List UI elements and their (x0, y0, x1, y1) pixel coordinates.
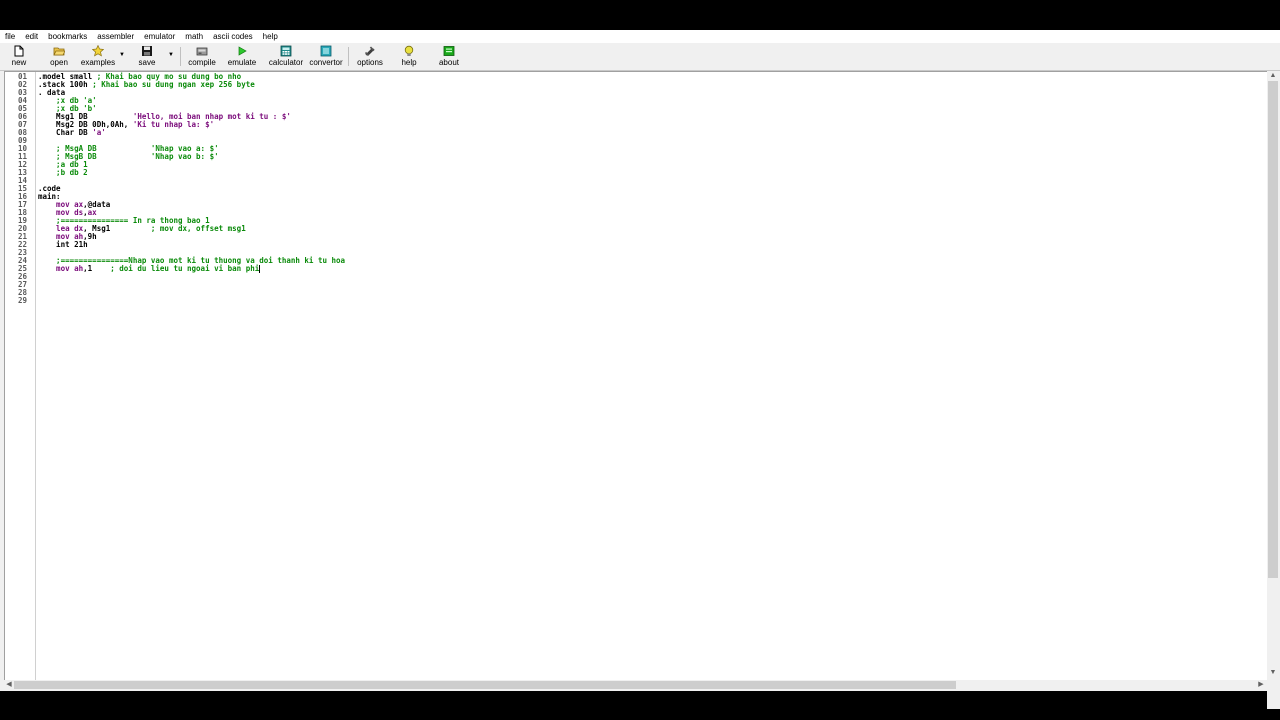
emulate-button[interactable]: emulate (226, 44, 258, 69)
toolbar-separator (348, 47, 349, 66)
new-file-icon (13, 45, 25, 57)
code-line[interactable]: ;b db 2 (38, 169, 88, 177)
code-token: 'Ki tu nhap la: $' (132, 120, 215, 129)
vertical-scroll-thumb[interactable] (1268, 81, 1278, 578)
code-token: ; doi du lieu tu ngoai vi ban phi (110, 264, 260, 273)
line-number-gutter: 01 02 03 04 05 06 07 08 09 10 11 12 13 14 15 16 17 18 19 20… (5, 72, 36, 681)
examples-button[interactable]: examples (80, 44, 116, 69)
new-button[interactable]: new (8, 44, 30, 69)
code-line[interactable]: Char DB 'a' (38, 129, 106, 137)
code-line[interactable]: mov ah,1 ; doi du lieu tu ngoai vi ban p… (38, 264, 261, 273)
code-line[interactable]: int 21h (38, 241, 88, 249)
code-token: ; mov dx, offset msg1 (150, 224, 246, 233)
scroll-down-arrow-icon[interactable]: ▼ (1268, 668, 1278, 678)
code-line[interactable]: .stack 100h ; Khai bao su dung ngan xep … (38, 81, 255, 89)
help-button[interactable]: help (396, 44, 422, 69)
scroll-up-arrow-icon[interactable]: ▲ (1268, 71, 1278, 81)
menu-bar: file edit bookmarks assembler emulator m… (0, 30, 1280, 43)
code-token: ; Khai bao su dung ngan xep 256 byte (92, 80, 255, 89)
calculator-icon (280, 45, 292, 57)
horizontal-scrollbar[interactable]: ◀ ▶ (4, 680, 1267, 691)
menu-bookmarks[interactable]: bookmarks (43, 30, 92, 43)
save-dropdown-arrow[interactable]: ▼ (167, 51, 175, 59)
text-caret (259, 265, 261, 273)
toolbar: new open examples ▼ save ▼ compile emula… (0, 43, 1280, 71)
emu8086-window: file edit bookmarks assembler emulator m… (0, 30, 1280, 709)
horizontal-scroll-thumb[interactable] (14, 681, 956, 689)
star-icon (91, 44, 105, 57)
tools-icon (364, 45, 376, 57)
convertor-icon (320, 45, 332, 57)
scroll-left-arrow-icon[interactable]: ◀ (4, 680, 14, 690)
lightbulb-icon (403, 45, 415, 57)
scroll-right-arrow-icon[interactable]: ▶ (1256, 680, 1266, 690)
code-token: ,1 (83, 264, 111, 273)
compile-icon (196, 45, 208, 57)
code-token: Char DB (38, 128, 93, 137)
open-button[interactable]: open (46, 44, 72, 69)
toolbar-separator (180, 47, 181, 66)
convertor-button[interactable]: convertor (307, 44, 345, 69)
examples-dropdown-arrow[interactable]: ▼ (118, 51, 126, 59)
about-icon (443, 45, 455, 57)
menu-assembler[interactable]: assembler (92, 30, 139, 43)
line-number: 29 (18, 296, 28, 305)
code-token: int 21h (38, 240, 88, 249)
code-token: ;b db 2 (38, 168, 88, 177)
menu-file[interactable]: file (0, 30, 20, 43)
about-button[interactable]: about (434, 44, 464, 69)
compile-button[interactable]: compile (186, 44, 218, 69)
calculator-button[interactable]: calculator (266, 44, 306, 69)
open-folder-icon (53, 45, 66, 57)
floppy-disk-icon (141, 45, 153, 57)
menu-math[interactable]: math (180, 30, 208, 43)
options-button[interactable]: options (354, 44, 386, 69)
menu-edit[interactable]: edit (20, 30, 43, 43)
menu-ascii-codes[interactable]: ascii codes (208, 30, 258, 43)
code-token: ah (74, 264, 84, 273)
menu-emulator[interactable]: emulator (139, 30, 180, 43)
play-icon (236, 45, 248, 57)
menu-help[interactable]: help (258, 30, 283, 43)
save-button[interactable]: save (136, 44, 158, 69)
code-editor[interactable]: 01 02 03 04 05 06 07 08 09 10 11 12 13 14 15 16 17 18 19 20… (4, 71, 1268, 681)
vertical-scrollbar[interactable]: ▲ ▼ (1267, 71, 1280, 709)
code-token: mov (38, 264, 75, 273)
code-token: 'a' (92, 128, 106, 137)
